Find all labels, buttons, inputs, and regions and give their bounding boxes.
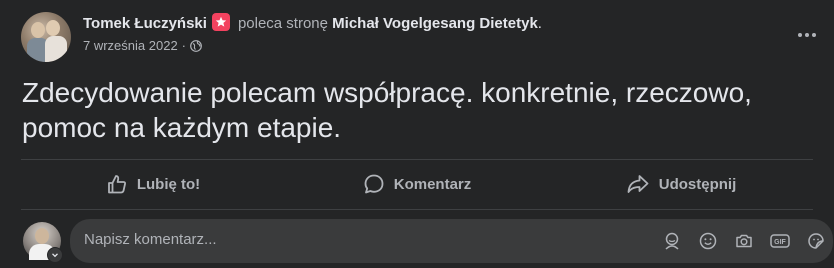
divider-bottom [21,209,813,210]
more-options-icon[interactable] [792,20,822,50]
camera-icon[interactable] [733,230,755,252]
avatar-sticker-icon[interactable] [661,230,683,252]
comment-box: GIF [70,219,833,263]
chevron-down-icon[interactable] [47,247,63,263]
post-headline: Tomek Łuczyński poleca stronę Michał Voge… [83,13,542,34]
post-meta: 7 września 2022 · [83,38,202,55]
svg-text:GIF: GIF [774,239,786,246]
comment-tools: GIF [661,230,827,252]
share-button[interactable]: Udostępnij [549,164,813,204]
recommend-action-text: poleca stronę [237,15,328,32]
comment-label: Komentarz [393,175,472,193]
comment-input[interactable] [84,231,624,248]
author-avatar[interactable] [21,12,71,62]
comment-bubble-icon [364,174,384,194]
post-body-text: Zdecydowanie polecam współpracę. konkret… [22,77,752,143]
post-card: Tomek Łuczyński poleca stronę Michał Voge… [0,0,834,268]
author-name[interactable]: Tomek Łuczyński [83,15,207,32]
headline-period: . [537,15,542,32]
globe-icon[interactable] [190,40,202,55]
gif-icon[interactable]: GIF [769,230,791,252]
recommend-icon [211,13,230,31]
share-label: Udostępnij [658,175,737,193]
post-actions-bar: Lubię to! Komentarz Udostępnij [21,164,813,204]
comment-composer: GIF [21,219,833,263]
like-button[interactable]: Lubię to! [21,164,285,204]
post-date[interactable]: 7 września 2022 [83,38,178,53]
divider-top [21,159,813,160]
like-label: Lubię to! [136,175,201,193]
comment-button[interactable]: Komentarz [285,164,549,204]
sticker-icon[interactable] [805,230,827,252]
meta-separator: · [181,38,187,53]
emoji-icon[interactable] [697,230,719,252]
page-name-link[interactable]: Michał Vogelgesang Dietetyk [332,15,538,32]
thumbs-up-icon [107,175,126,194]
share-arrow-icon [627,175,649,193]
